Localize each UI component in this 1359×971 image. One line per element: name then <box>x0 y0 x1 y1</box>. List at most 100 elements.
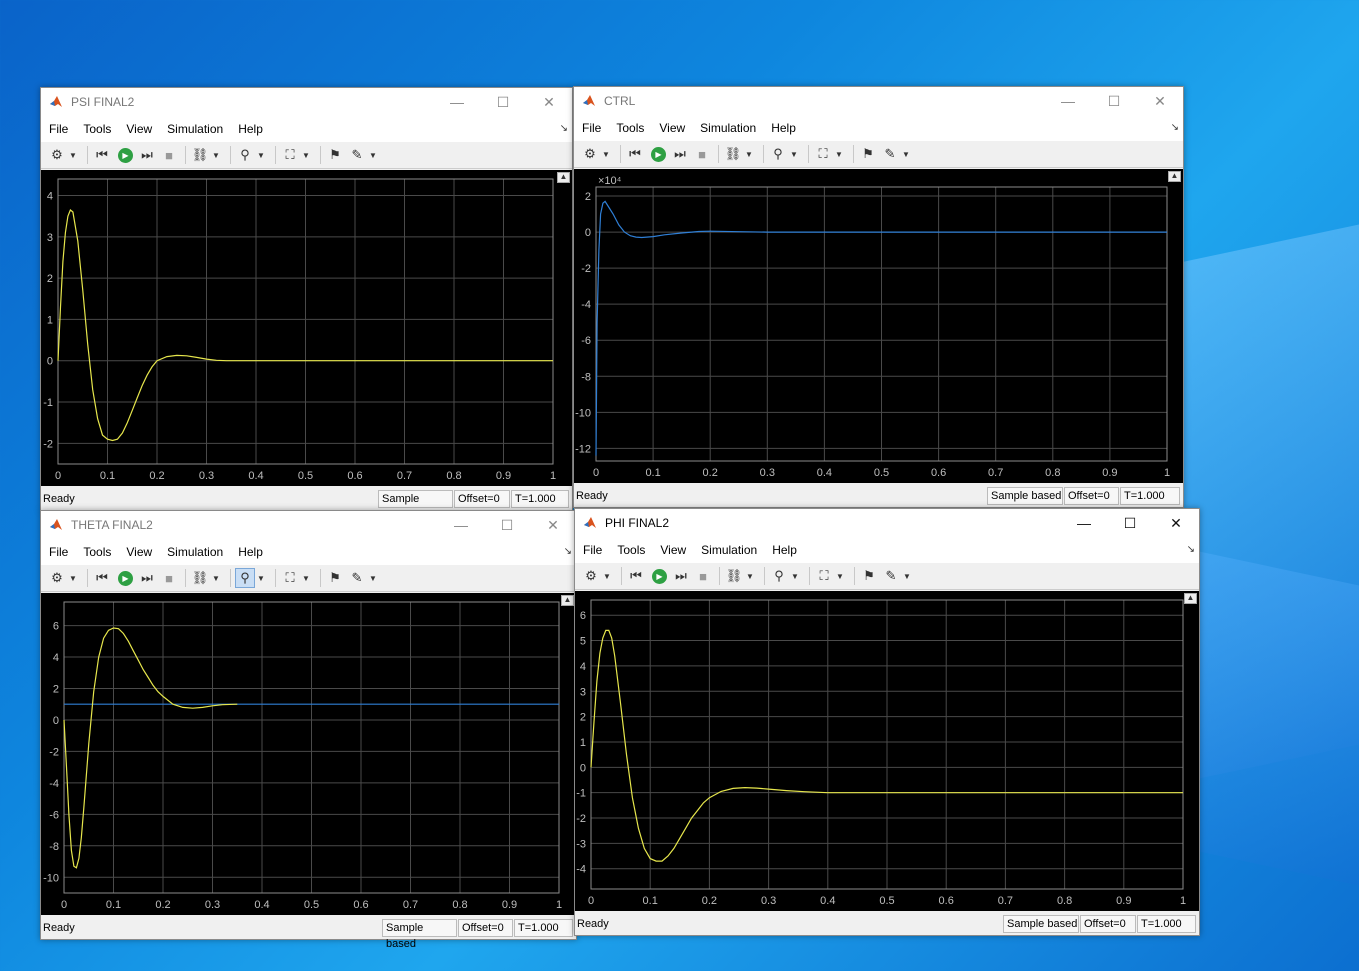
menu-view[interactable]: View <box>126 545 152 559</box>
dropdown-arrow-icon[interactable]: ▼ <box>745 144 753 164</box>
scope-axes[interactable]: 0 0.1 0.2 0.3 0.4 0.5 0.6 0.7 0.8 0.9 1 -10 -8 -6 -4 -2… <box>41 593 574 915</box>
run-icon[interactable]: ▶ <box>118 147 133 163</box>
style-icon[interactable]: ✎ <box>880 144 900 164</box>
dock-arrow-icon[interactable]: ↘ <box>1171 122 1179 133</box>
dropdown-arrow-icon[interactable]: ▼ <box>836 566 844 586</box>
step-back-icon[interactable]: ⏮ <box>625 144 645 164</box>
dropdown-arrow-icon[interactable]: ▼ <box>257 568 265 588</box>
cursor-measure-icon[interactable]: ⚑ <box>859 566 879 586</box>
menu-simulation[interactable]: Simulation <box>167 545 223 559</box>
menu-tools[interactable]: Tools <box>616 121 644 135</box>
scope-plot-area[interactable]: ▲ 0 0.1 0.2 0.3 0.4 0.5 0.6 0.7 0.8 0.9 1 -2 -1 0 1 2 3 4 <box>41 170 572 486</box>
zoom-in-icon[interactable]: ⚲ <box>768 144 788 164</box>
menu-help[interactable]: Help <box>238 122 263 136</box>
dropdown-arrow-icon[interactable]: ▼ <box>369 145 377 165</box>
dropdown-arrow-icon[interactable]: ▼ <box>603 566 611 586</box>
menu-file[interactable]: File <box>49 122 68 136</box>
dropdown-arrow-icon[interactable]: ▼ <box>369 568 377 588</box>
menu-help[interactable]: Help <box>772 543 797 557</box>
title-bar[interactable]: THETA FINAL2 — ☐ ✕ <box>41 511 576 539</box>
step-forward-icon[interactable]: ⏭ <box>137 145 157 165</box>
menu-simulation[interactable]: Simulation <box>167 122 223 136</box>
menu-help[interactable]: Help <box>238 545 263 559</box>
stop-icon[interactable]: ■ <box>692 144 712 164</box>
dropdown-arrow-icon[interactable]: ▼ <box>902 144 910 164</box>
cursor-measure-icon[interactable]: ⚑ <box>858 144 878 164</box>
zoom-out-icon[interactable]: ⚲ <box>235 568 255 588</box>
step-forward-icon[interactable]: ⏭ <box>670 144 690 164</box>
scope-window-psi[interactable]: PSI FINAL2 — ☐ ✕ File Tools View Simulation Help… <box>40 87 573 521</box>
settings-gear-icon[interactable]: ⚙ <box>47 568 67 588</box>
minimize-icon[interactable]: — <box>434 88 480 116</box>
scope-plot-area[interactable]: ▲ 0 0.1 0.2 0.3 0.4 0.5 0.6 0.7 0.8 0.9 1 -10 -8 -6 -4-… <box>41 593 576 915</box>
dropdown-arrow-icon[interactable]: ▼ <box>212 145 220 165</box>
scope-axes[interactable]: 0 0.1 0.2 0.3 0.4 0.5 0.6 0.7 0.8 0.9 1 -4 -3 -2 -1 0 1 2… <box>575 591 1197 911</box>
menu-tools[interactable]: Tools <box>83 122 111 136</box>
minimize-icon[interactable]: — <box>1061 509 1107 537</box>
style-icon[interactable]: ✎ <box>881 566 901 586</box>
dropdown-arrow-icon[interactable]: ▼ <box>69 568 77 588</box>
run-icon[interactable]: ▶ <box>651 146 666 162</box>
autoscale-icon[interactable]: ⛶ <box>813 144 833 164</box>
stop-icon[interactable]: ■ <box>693 566 713 586</box>
autoscale-icon[interactable]: ⛶ <box>280 145 300 165</box>
dropdown-arrow-icon[interactable]: ▼ <box>257 145 265 165</box>
menu-file[interactable]: File <box>582 121 601 135</box>
dropdown-arrow-icon[interactable]: ▼ <box>212 568 220 588</box>
settings-gear-icon[interactable]: ⚙ <box>47 145 67 165</box>
autoscale-icon[interactable]: ⛶ <box>814 566 834 586</box>
scope-window-theta[interactable]: THETA FINAL2 — ☐ ✕ File Tools View Simulation He… <box>40 510 577 950</box>
menu-file[interactable]: File <box>49 545 68 559</box>
step-back-icon[interactable]: ⏮ <box>92 145 112 165</box>
style-icon[interactable]: ✎ <box>347 568 367 588</box>
autoscale-icon[interactable]: ⛶ <box>280 568 300 588</box>
title-bar[interactable]: PHI FINAL2 — ☐ ✕ <box>575 509 1199 537</box>
scope-plot-area[interactable]: ▲ 0 0.1 0.2 0.3 0.4 0.5 0.6 0.7 0.8 0.9 1 -4 -3 -2 -1 0 1… <box>575 591 1199 911</box>
scope-axes[interactable]: 0 0.1 0.2 0.3 0.4 0.5 0.6 0.7 0.8 0.9 1 -2 -1 0 1 2 3 4 <box>41 170 570 486</box>
menu-file[interactable]: File <box>583 543 602 557</box>
dropdown-arrow-icon[interactable]: ▼ <box>302 568 310 588</box>
close-icon[interactable]: ✕ <box>1153 509 1199 537</box>
scope-window-phi[interactable]: PHI FINAL2 — ☐ ✕ File Tools View Simulation Help… <box>574 508 1200 936</box>
dock-arrow-icon[interactable]: ↘ <box>1187 544 1195 555</box>
settings-gear-icon[interactable]: ⚙ <box>581 566 601 586</box>
run-icon[interactable]: ▶ <box>652 568 667 584</box>
menu-help[interactable]: Help <box>771 121 796 135</box>
zoom-in-icon[interactable]: ⚲ <box>769 566 789 586</box>
dropdown-arrow-icon[interactable]: ▼ <box>746 566 754 586</box>
style-icon[interactable]: ✎ <box>347 145 367 165</box>
highlight-block-icon[interactable]: ⛓ <box>723 144 743 164</box>
close-icon[interactable]: ✕ <box>1137 87 1183 115</box>
highlight-block-icon[interactable]: ⛓ <box>724 566 744 586</box>
step-forward-icon[interactable]: ⏭ <box>671 566 691 586</box>
maximize-icon[interactable]: ☐ <box>1107 509 1153 537</box>
title-bar[interactable]: PSI FINAL2 — ☐ ✕ <box>41 88 572 116</box>
minimize-icon[interactable]: — <box>438 511 484 539</box>
dock-arrow-icon[interactable]: ↘ <box>564 546 572 557</box>
menu-simulation[interactable]: Simulation <box>701 543 757 557</box>
step-back-icon[interactable]: ⏮ <box>92 568 112 588</box>
close-icon[interactable]: ✕ <box>530 511 576 539</box>
menu-simulation[interactable]: Simulation <box>700 121 756 135</box>
menu-view[interactable]: View <box>126 122 152 136</box>
dropdown-arrow-icon[interactable]: ▼ <box>302 145 310 165</box>
cursor-measure-icon[interactable]: ⚑ <box>325 568 345 588</box>
highlight-block-icon[interactable]: ⛓ <box>190 145 210 165</box>
dropdown-arrow-icon[interactable]: ▼ <box>69 145 77 165</box>
maximize-icon[interactable]: ☐ <box>480 88 526 116</box>
stop-icon[interactable]: ■ <box>159 145 179 165</box>
dropdown-arrow-icon[interactable]: ▼ <box>602 144 610 164</box>
step-forward-icon[interactable]: ⏭ <box>137 568 157 588</box>
dock-arrow-icon[interactable]: ↘ <box>560 123 568 134</box>
scope-plot-area[interactable]: ▲ 0 0.1 0.2 0.3 0.4 0.5 0.6 0.7 0.8 0.9 1 -12 -10 -8 -6… <box>574 169 1183 483</box>
maximize-icon[interactable]: ☐ <box>1091 87 1137 115</box>
menu-view[interactable]: View <box>660 543 686 557</box>
minimize-icon[interactable]: — <box>1045 87 1091 115</box>
menu-tools[interactable]: Tools <box>83 545 111 559</box>
cursor-measure-icon[interactable]: ⚑ <box>325 145 345 165</box>
title-bar[interactable]: CTRL — ☐ ✕ <box>574 87 1183 115</box>
menu-view[interactable]: View <box>659 121 685 135</box>
close-icon[interactable]: ✕ <box>526 88 572 116</box>
dropdown-arrow-icon[interactable]: ▼ <box>790 144 798 164</box>
dropdown-arrow-icon[interactable]: ▼ <box>835 144 843 164</box>
